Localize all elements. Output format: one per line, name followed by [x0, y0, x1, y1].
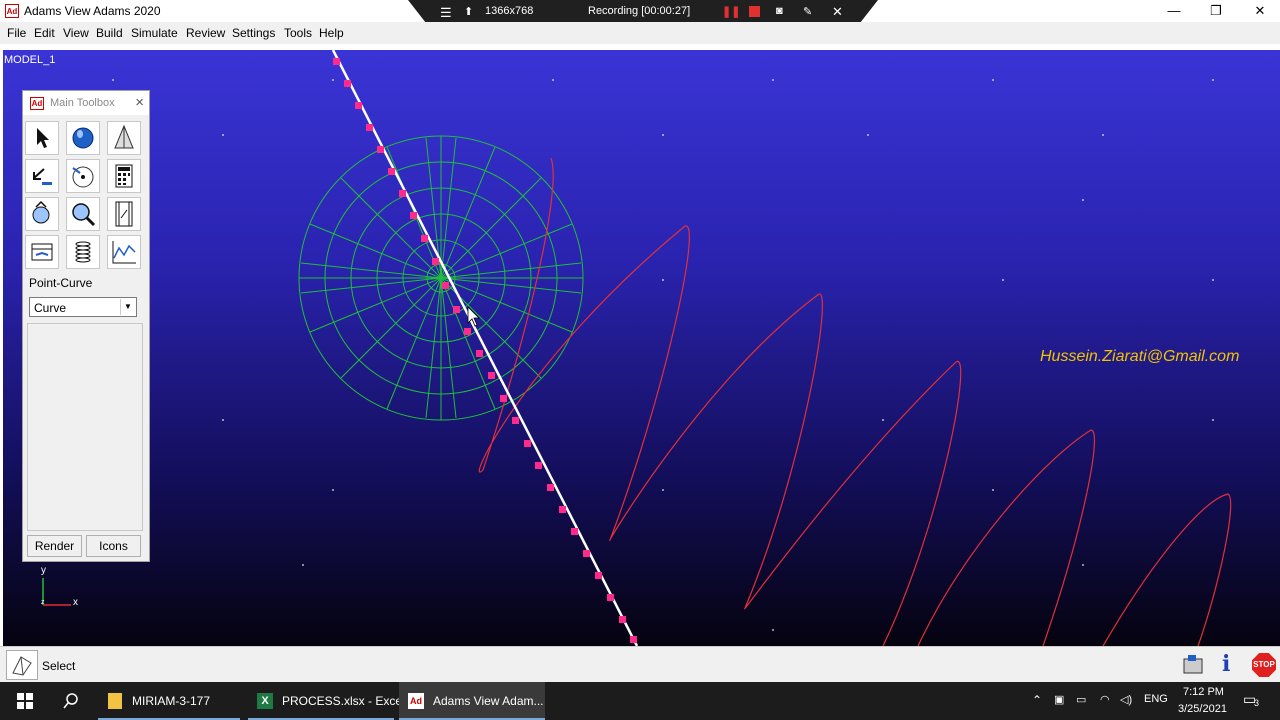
- adams-app-icon: Ad: [5, 4, 19, 18]
- taskbar-item-folder[interactable]: MIRIAM-3-177: [98, 682, 240, 720]
- show-hidden-icons-icon[interactable]: ⌃: [1032, 693, 1042, 707]
- sphere-icon[interactable]: [66, 121, 100, 155]
- status-bar: Select i STOP: [0, 646, 1280, 683]
- part-icon[interactable]: [25, 197, 59, 231]
- menu-help[interactable]: Help: [319, 26, 344, 40]
- close-recording-icon[interactable]: ✕: [832, 4, 843, 20]
- menu-edit[interactable]: Edit: [34, 26, 55, 40]
- tools-status-icon[interactable]: [1180, 653, 1206, 677]
- pen-icon[interactable]: ✎: [803, 5, 812, 18]
- film-icon[interactable]: [107, 197, 141, 231]
- select-mode-icon[interactable]: [6, 650, 38, 680]
- select-arrow-icon[interactable]: [25, 121, 59, 155]
- stop-sign-icon[interactable]: STOP: [1252, 653, 1276, 677]
- taskbar: MIRIAM-3-177 X PROCESS.xlsx - Excel Ad A…: [0, 682, 1280, 720]
- windows-start-icon[interactable]: [17, 693, 33, 709]
- triad-x-label: x: [73, 597, 78, 608]
- email-watermark: Hussein.Ziarati@Gmail.com: [1040, 348, 1240, 365]
- triad-y-label: y: [41, 565, 46, 576]
- point-curve-label: Point-Curve: [29, 276, 93, 290]
- camera-icon[interactable]: ◙: [776, 5, 783, 17]
- clock-date[interactable]: 3/25/2021: [1178, 703, 1227, 715]
- clock-time[interactable]: 7:12 PM: [1183, 686, 1224, 698]
- status-text: Select: [42, 659, 76, 673]
- window-title: Adams View Adams 2020: [24, 4, 161, 18]
- menu-file[interactable]: File: [7, 26, 26, 40]
- taskbar-item-excel[interactable]: X PROCESS.xlsx - Excel: [248, 682, 405, 720]
- toolbox-title: Main Toolbox: [50, 97, 115, 109]
- recording-status: Recording [00:00:27]: [588, 5, 691, 17]
- render-button[interactable]: Render: [27, 535, 82, 557]
- main-toolbox: Ad Main Toolbox × Point-Curve Curve ▼ Re…: [22, 90, 150, 562]
- menu-tools[interactable]: Tools: [284, 26, 312, 40]
- dropdown-value: Curve: [34, 301, 67, 315]
- wifi-icon[interactable]: ◠: [1100, 693, 1110, 706]
- guide-line: [331, 50, 639, 646]
- taskbar-item-label: MIRIAM-3-177: [132, 694, 211, 708]
- taskbar-item-adams[interactable]: Ad Adams View Adam...: [399, 682, 545, 720]
- taskbar-item-label: Adams View Adam...: [433, 694, 544, 708]
- pause-icon[interactable]: ❚❚: [722, 5, 740, 18]
- minimize-button[interactable]: —: [1154, 0, 1194, 22]
- toolbox-panel: [27, 323, 143, 531]
- menu-build[interactable]: Build: [96, 26, 123, 40]
- rotate-view-icon[interactable]: [66, 159, 100, 193]
- speaker-icon[interactable]: ◁): [1120, 693, 1132, 706]
- triad: [42, 578, 71, 606]
- folder-icon: [108, 693, 122, 709]
- calculator-icon[interactable]: [107, 159, 141, 193]
- helix-curve: [478, 157, 1232, 646]
- excel-icon: X: [257, 693, 273, 709]
- plot-icon[interactable]: [107, 235, 141, 269]
- pin-icon[interactable]: ⬆: [464, 5, 473, 18]
- search-icon[interactable]: [62, 692, 80, 710]
- model-viewport[interactable]: MODEL_1 Hussein.Ziarati@Gmail.com y x z: [3, 50, 1280, 646]
- table-icon[interactable]: [25, 235, 59, 269]
- undo-icon[interactable]: [25, 159, 59, 193]
- cone-icon[interactable]: [107, 121, 141, 155]
- menu-simulate[interactable]: Simulate: [131, 26, 178, 40]
- triad-z-label: z: [41, 599, 45, 606]
- spring-icon[interactable]: [66, 235, 100, 269]
- menu-icon[interactable]: ☰: [440, 5, 452, 21]
- adams-icon: Ad: [408, 693, 424, 709]
- chevron-down-icon[interactable]: ▼: [120, 299, 135, 315]
- taskbar-item-label: PROCESS.xlsx - Excel: [282, 694, 405, 708]
- toolbox-titlebar: Ad Main Toolbox ×: [23, 91, 149, 115]
- toolbox-close-icon[interactable]: ×: [135, 94, 144, 111]
- adams-badge-icon: Ad: [30, 97, 44, 110]
- stop-icon[interactable]: [749, 6, 760, 17]
- close-button[interactable]: ✕: [1240, 0, 1280, 22]
- menu-review[interactable]: Review: [186, 26, 225, 40]
- sphere-mesh: [298, 135, 584, 421]
- battery-icon[interactable]: ▭: [1076, 693, 1086, 706]
- language-indicator[interactable]: ENG: [1144, 693, 1168, 705]
- curve-dropdown[interactable]: Curve ▼: [29, 297, 137, 317]
- recording-resolution: 1366x768: [485, 5, 534, 17]
- zoom-icon[interactable]: [66, 197, 100, 231]
- meet-now-icon[interactable]: ▣: [1054, 693, 1064, 706]
- maximize-button[interactable]: ❐: [1196, 0, 1236, 22]
- menu-bar: File Edit View Build Simulate Review Set…: [0, 22, 1280, 44]
- menu-settings[interactable]: Settings: [232, 26, 275, 40]
- recording-bar: ☰ ⬆ 1366x768 Recording [00:00:27] ❚❚ ◙ ✎…: [408, 0, 878, 24]
- model-label: MODEL_1: [4, 54, 56, 66]
- menu-view[interactable]: View: [63, 26, 89, 40]
- notification-count: 3: [1254, 698, 1260, 708]
- icons-button[interactable]: Icons: [86, 535, 141, 557]
- info-icon[interactable]: i: [1222, 651, 1230, 677]
